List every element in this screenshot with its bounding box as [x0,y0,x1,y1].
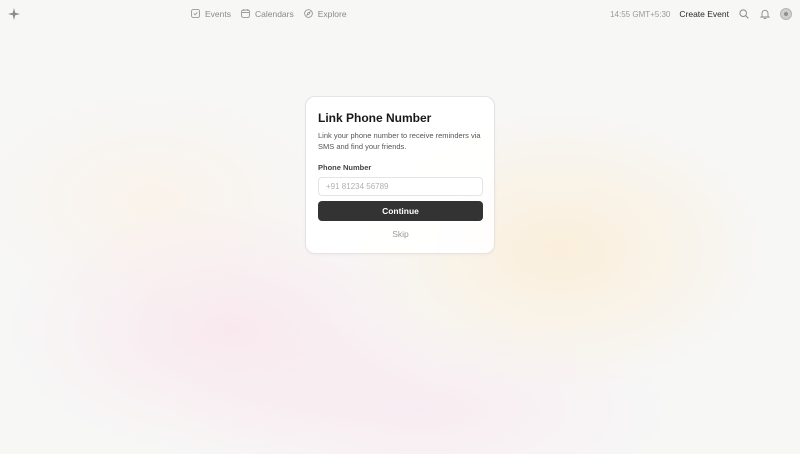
create-event-button[interactable]: Create Event [679,9,729,19]
nav-explore[interactable]: Explore [303,8,347,20]
nav-events[interactable]: Events [191,8,231,20]
link-phone-dialog: Link Phone Number Link your phone number… [305,96,495,254]
main-nav: Events Calendars Explore [191,0,347,28]
nav-calendars-label: Calendars [255,9,294,19]
nav-calendars[interactable]: Calendars [241,8,294,20]
phone-number-label: Phone Number [318,163,372,172]
bell-icon[interactable] [759,8,771,20]
events-icon [191,8,200,20]
current-time: 14:55 GMT+5:30 [610,9,671,19]
dialog-title: Link Phone Number [318,111,432,125]
continue-button[interactable]: Continue [318,201,483,221]
phone-number-input[interactable] [318,177,483,196]
calendar-icon [241,8,250,20]
avatar-icon[interactable] [780,8,792,20]
header-actions: 14:55 GMT+5:30 Create Event [610,0,792,28]
dialog-description: Link your phone number to receive remind… [318,131,481,151]
nav-explore-label: Explore [317,9,347,19]
sparkle-icon[interactable] [8,8,20,20]
search-icon[interactable] [738,8,750,20]
compass-icon [303,8,313,20]
skip-link[interactable]: Skip [318,229,483,239]
top-bar: Events Calendars Explore 14:55 GMT+5:30 … [0,0,800,28]
nav-events-label: Events [205,9,231,19]
